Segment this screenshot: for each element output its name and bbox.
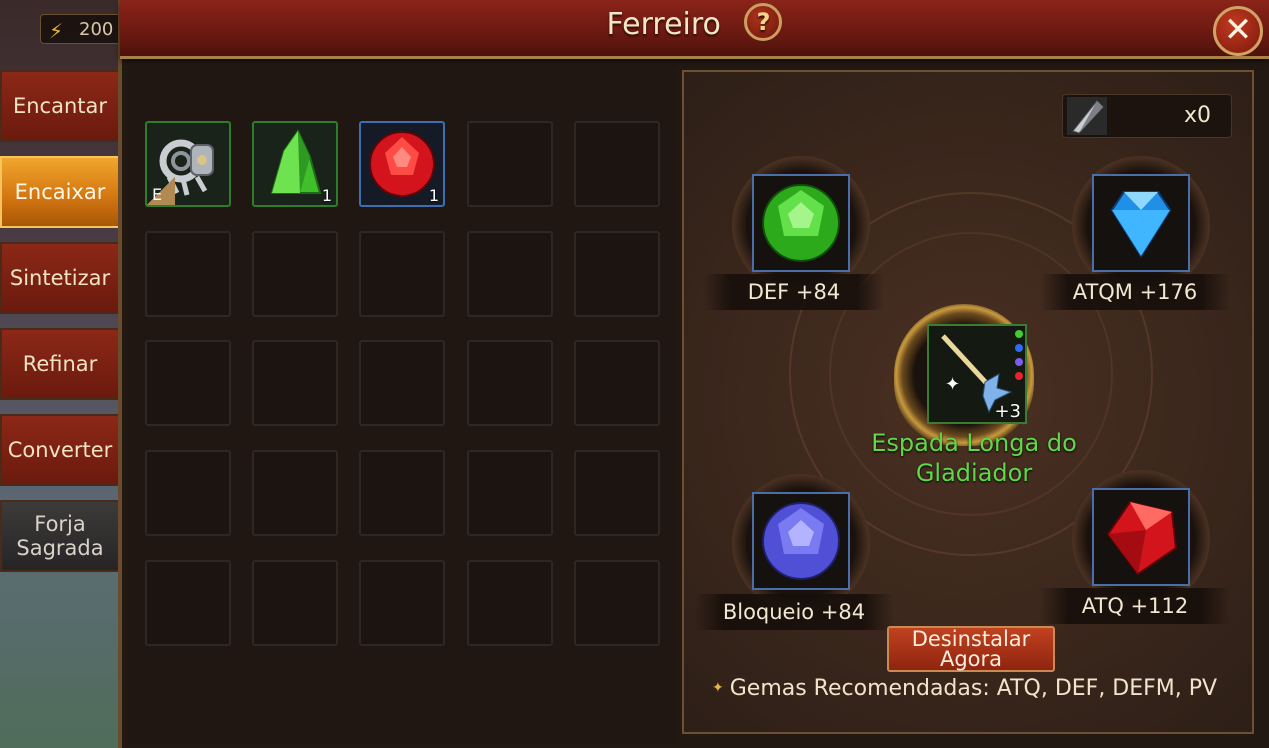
gem-socket-atq[interactable]	[1092, 488, 1190, 586]
inventory-slot[interactable]	[467, 560, 553, 646]
gem-stat-label: ATQM +176	[1040, 274, 1230, 310]
inventory-slot[interactable]	[145, 340, 231, 426]
extractor-counter: x0	[1062, 94, 1232, 138]
tab-encantar[interactable]: Encantar	[0, 70, 118, 142]
inventory-slot[interactable]	[574, 340, 660, 426]
weapon-level: +3	[994, 401, 1021, 422]
inventory-slot[interactable]	[252, 231, 338, 317]
inventory-slot[interactable]	[574, 121, 660, 207]
tab-sintetizar[interactable]: Sintetizar	[0, 242, 118, 314]
green-gem-icon	[762, 184, 840, 262]
weapon-name: Espada Longa do Gladiador	[871, 429, 1077, 487]
inventory-slot[interactable]	[467, 450, 553, 536]
close-button[interactable]: ✕	[1213, 6, 1263, 56]
energy-value: 200	[79, 19, 114, 40]
gem-socket-bloqueio[interactable]	[752, 492, 850, 590]
uninstall-now-button[interactable]: Desinstalar Agora	[887, 626, 1055, 672]
equipment-badge: E	[152, 185, 163, 204]
inventory-panel: E 1 1	[128, 64, 676, 744]
weapon-slot[interactable]: ✦ +3	[927, 324, 1027, 424]
inventory-slot[interactable]	[359, 231, 445, 317]
inventory-slot[interactable]: 1	[359, 121, 445, 207]
inventory-slot[interactable]	[574, 231, 660, 317]
sparkle-icon: ✦	[712, 680, 724, 696]
red-ruby-icon	[1106, 500, 1178, 576]
recommended-gems-text: Gemas Recomendadas: ATQ, DEF, DEFM, PV	[729, 676, 1218, 701]
inventory-slot[interactable]	[574, 560, 660, 646]
inventory-slot[interactable]	[252, 340, 338, 426]
drill-bit-icon	[1067, 97, 1107, 135]
page-title: Ferreiro	[606, 6, 721, 42]
title-bar: Ferreiro ? ✕	[120, 0, 1269, 59]
inventory-slot[interactable]	[467, 231, 553, 317]
item-count: 1	[321, 186, 332, 205]
inventory-slot[interactable]	[252, 450, 338, 536]
inventory-slot[interactable]	[467, 121, 553, 207]
inventory-slot[interactable]: E	[145, 121, 231, 207]
extractor-count: x0	[1183, 103, 1211, 128]
side-tabs: Encantar Encaixar Sintetizar Refinar Con…	[0, 70, 122, 586]
blue-diamond-icon	[1110, 191, 1172, 258]
help-button[interactable]: ?	[744, 3, 783, 41]
inventory-slot[interactable]	[359, 340, 445, 426]
tab-forja-sagrada[interactable]: Forja Sagrada	[0, 500, 118, 572]
inventory-slot[interactable]	[145, 560, 231, 646]
inventory-slot[interactable]	[252, 560, 338, 646]
tab-encaixar[interactable]: Encaixar	[0, 156, 118, 228]
inventory-slot[interactable]	[359, 560, 445, 646]
gem-socket-atqm[interactable]	[1092, 174, 1190, 272]
energy-icon: ⚡	[49, 19, 64, 43]
inventory-slot[interactable]	[359, 450, 445, 536]
inventory-slot[interactable]	[574, 450, 660, 536]
tab-refinar[interactable]: Refinar	[0, 328, 118, 400]
gem-socket-def[interactable]	[752, 174, 850, 272]
inventory-slot[interactable]	[145, 450, 231, 536]
gem-stat-label: Bloqueio +84	[694, 594, 894, 630]
inventory-slot[interactable]: 1	[252, 121, 338, 207]
violet-gem-icon	[762, 502, 840, 580]
item-count: 1	[428, 186, 439, 205]
tab-converter[interactable]: Converter	[0, 414, 118, 486]
gem-stat-label: ATQ +112	[1040, 588, 1230, 624]
inventory-slot[interactable]	[145, 231, 231, 317]
svg-text:✦: ✦	[945, 374, 960, 395]
socket-panel: x0 DEF +84 ATQM +176 ✦ +3 Espada Longa d…	[682, 70, 1254, 734]
recommended-gems: ✦ Gemas Recomendadas: ATQ, DEF, DEFM, PV	[712, 676, 1232, 701]
gem-stat-label: DEF +84	[704, 274, 884, 310]
inventory-slot[interactable]	[467, 340, 553, 426]
